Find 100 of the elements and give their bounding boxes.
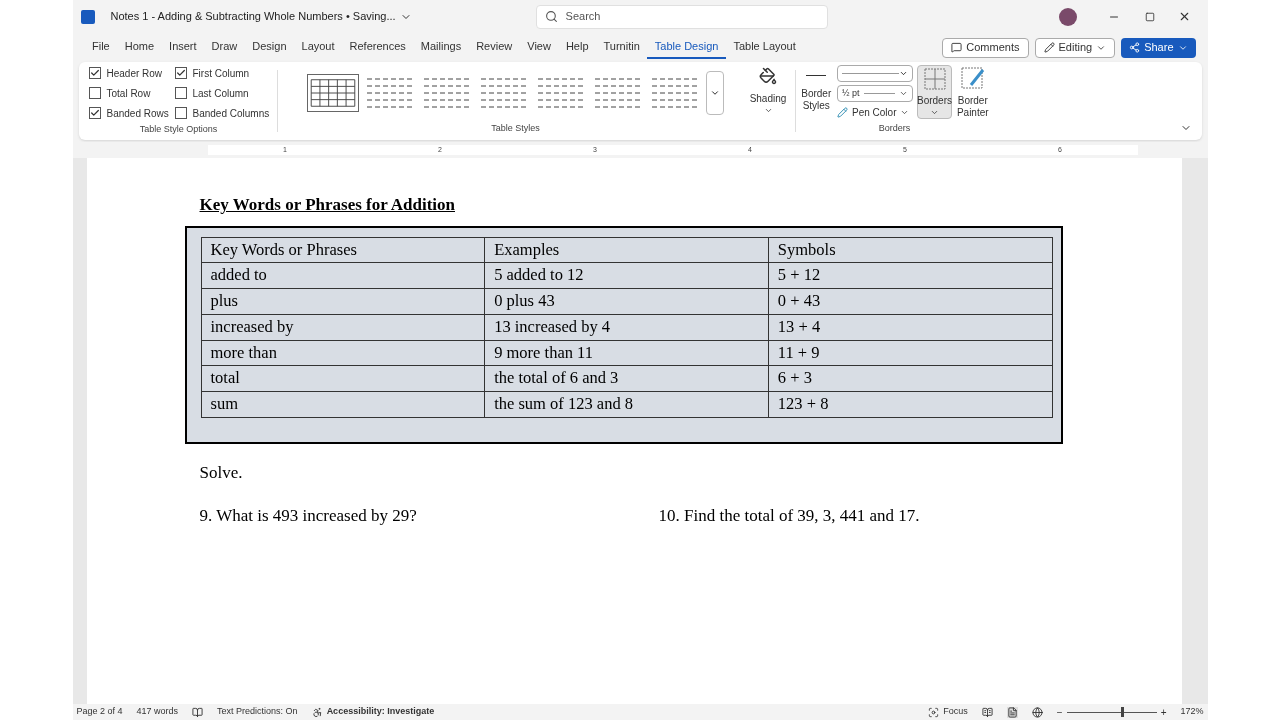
search-field[interactable]: Search <box>535 4 828 29</box>
checkbox-label: First Column <box>192 66 250 81</box>
table-cell: 6 + 3 <box>768 365 1052 392</box>
pen-color-button[interactable]: Pen Color <box>837 105 913 120</box>
ribbon-tab[interactable]: Table Layout <box>725 36 804 59</box>
document-heading: Key Words or Phrases for Addition <box>199 194 456 216</box>
read-mode-icon[interactable] <box>981 706 993 718</box>
table-cell: 0 plus 43 <box>484 288 769 315</box>
restore-icon[interactable] <box>1144 11 1155 22</box>
question-text: 10. Find the total of 39, 3, 441 and 17. <box>658 505 921 528</box>
word-count[interactable]: 417 words <box>136 705 179 719</box>
table-cell: added to <box>201 262 485 289</box>
chevron-icon <box>899 89 908 98</box>
zoom-percentage[interactable]: 172% <box>1180 705 1204 719</box>
comments-button[interactable]: Comments <box>942 37 1029 58</box>
question-text: 9. What is 493 increased by 29? <box>199 505 418 528</box>
accessibility-icon <box>311 706 323 718</box>
borders-button[interactable]: Borders <box>917 65 952 119</box>
word-logo-icon <box>80 9 95 24</box>
line-weight-dropdown[interactable]: ½ pt <box>837 85 913 102</box>
table-cell: 0 + 43 <box>768 288 1052 315</box>
chevron-icon <box>763 106 773 115</box>
ribbon-tab[interactable]: Table Design <box>647 36 726 59</box>
shading-button[interactable]: Shading <box>745 62 791 140</box>
pencil-icon <box>1043 42 1055 53</box>
checkbox-label: Last Column <box>192 86 249 101</box>
chevron-icon <box>899 69 908 78</box>
print-layout-icon[interactable] <box>1006 706 1018 718</box>
ribbon-tab[interactable]: Home <box>117 36 162 59</box>
proofing-icon[interactable] <box>192 706 204 718</box>
ribbon-tab[interactable]: Draw <box>204 36 245 59</box>
table-cell: 13 + 4 <box>768 314 1052 340</box>
checkbox[interactable] <box>174 107 187 119</box>
text-predictions-status[interactable]: Text Predictions: On <box>217 705 298 719</box>
checkbox[interactable] <box>174 67 187 79</box>
share-button[interactable]: Share <box>1121 37 1196 58</box>
checkbox-label: Banded Columns <box>192 106 270 121</box>
page-count[interactable]: Page 2 of 4 <box>76 705 123 719</box>
checkbox[interactable] <box>174 87 187 99</box>
table-cell: total <box>201 365 485 392</box>
table-cell: increased by <box>201 314 485 340</box>
table-cell: 5 added to 12 <box>484 262 769 289</box>
focus-icon <box>928 706 940 718</box>
accessibility-status[interactable]: Accessibility: Investigate <box>311 705 435 719</box>
document-title: Notes 1 - Adding & Subtracting Whole Numbers • Saving... <box>110 9 396 25</box>
line-weight-value: ½ pt <box>842 86 860 100</box>
zoom-in-button[interactable]: + <box>1160 704 1167 720</box>
editing-button[interactable]: Editing <box>1034 37 1116 58</box>
table-cell: the sum of 123 and 8 <box>484 391 769 418</box>
checkbox[interactable] <box>88 107 101 119</box>
ribbon-tab[interactable]: Turnitin <box>596 36 648 59</box>
table-cell: more than <box>201 340 485 366</box>
group-label: Table Styles <box>491 121 540 135</box>
speech-bubble-icon <box>951 42 963 53</box>
focus-button[interactable]: Focus <box>928 705 968 719</box>
checkbox[interactable] <box>88 67 101 79</box>
search-icon <box>544 10 558 23</box>
line-style-dropdown[interactable] <box>837 65 913 82</box>
pencil-icon <box>837 107 848 118</box>
column-header: Examples <box>484 237 769 263</box>
ribbon-tab[interactable]: Layout <box>294 36 343 59</box>
zoom-out-button[interactable]: − <box>1056 704 1063 720</box>
column-header: Symbols <box>768 237 1052 263</box>
table-cell: 13 increased by 4 <box>484 314 769 340</box>
table-cell: plus <box>201 288 485 315</box>
column-header: Key Words or Phrases <box>201 237 485 263</box>
chevron-icon <box>930 108 939 117</box>
ribbon-tab[interactable]: View <box>519 36 559 59</box>
ribbon-tab[interactable]: Mailings <box>413 36 469 59</box>
web-layout-icon[interactable] <box>1031 706 1043 718</box>
zoom-thumb[interactable] <box>1120 706 1124 717</box>
checkbox-label: Header Row <box>106 66 163 81</box>
table-cell: 5 + 12 <box>768 262 1052 289</box>
share-icon <box>1129 42 1141 53</box>
border-painter-icon <box>960 67 985 91</box>
avatar[interactable] <box>1058 7 1077 26</box>
table-cell: 11 + 9 <box>768 340 1052 366</box>
border-painter-button[interactable]: Border Painter <box>956 65 990 119</box>
table-cell: sum <box>201 391 485 418</box>
chevron-icon <box>710 88 720 98</box>
group-label: Table Style Options <box>138 123 219 136</box>
table-style-thumbnail[interactable] <box>307 74 359 112</box>
solve-label: Solve. <box>199 461 244 484</box>
group-label: Borders <box>877 121 912 135</box>
ribbon-tab[interactable]: References <box>342 36 414 59</box>
search-placeholder: Search <box>565 9 601 25</box>
border-styles-button[interactable]: Border Styles <box>799 65 833 112</box>
ribbon-tab[interactable]: Help <box>558 36 597 59</box>
ribbon-tab[interactable]: Design <box>244 36 294 59</box>
table-cell: 123 + 8 <box>768 391 1052 418</box>
ribbon-tab[interactable]: Review <box>468 36 520 59</box>
paint-bucket-icon <box>759 67 777 85</box>
ribbon-tab[interactable]: File <box>84 36 118 59</box>
table-cell: the total of 6 and 3 <box>484 365 769 392</box>
checkbox-label: Total Row <box>106 86 151 101</box>
checkbox[interactable] <box>88 87 101 99</box>
checkbox-label: Banded Rows <box>106 106 169 121</box>
borders-grid-icon <box>923 68 946 90</box>
ribbon-tab[interactable]: Insert <box>161 36 205 59</box>
table-cell: 9 more than 11 <box>484 340 769 366</box>
